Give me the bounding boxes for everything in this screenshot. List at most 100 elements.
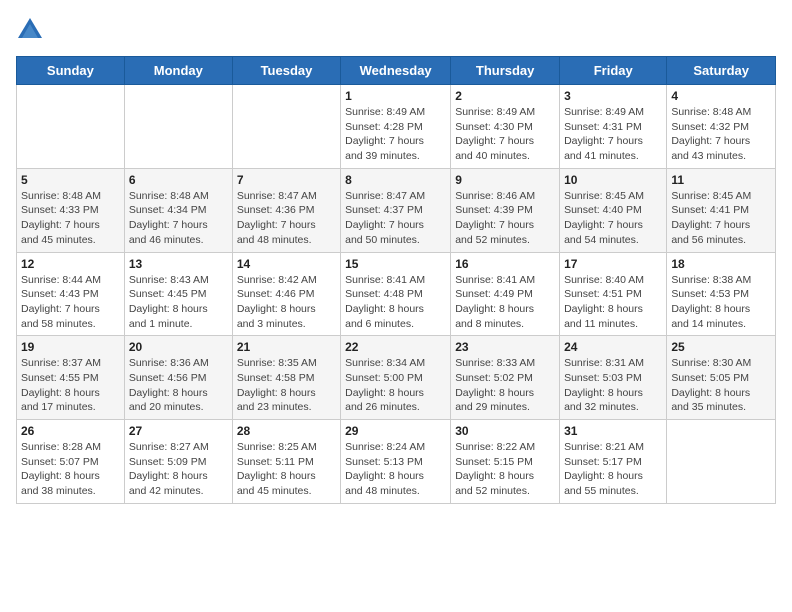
calendar-week-3: 12 Sunrise: 8:44 AM Sunset: 4:43 PM Dayli… xyxy=(17,252,776,336)
weekday-header-sunday: Sunday xyxy=(17,57,125,85)
calendar-cell: 5Sunrise: 8:48 AM Sunset: 4:33 PM Daylig… xyxy=(17,168,125,252)
day-number: 12 xyxy=(21,257,120,271)
calendar-cell: 6Sunrise: 8:48 AM Sunset: 4:34 PM Daylig… xyxy=(124,168,232,252)
day-number: 17 xyxy=(564,257,662,271)
day-number: 13 xyxy=(129,257,228,271)
weekday-header-monday: Monday xyxy=(124,57,232,85)
calendar-week-1: 1 Sunrise: 8:49 AM Sunset: 4:28 PM Daylig… xyxy=(17,85,776,169)
day-number: 29 xyxy=(345,424,446,438)
day-detail: Sunrise: 8:30 AM Sunset: 5:05 PM Dayligh… xyxy=(671,356,771,415)
day-number: 24 xyxy=(564,340,662,354)
calendar-cell: 17 Sunrise: 8:40 AM Sunset: 4:51 PM Dayli… xyxy=(560,252,667,336)
calendar-cell: 14Sunrise: 8:42 AM Sunset: 4:46 PM Dayli… xyxy=(232,252,340,336)
calendar-cell: 2 Sunrise: 8:49 AM Sunset: 4:30 PM Daylig… xyxy=(451,85,560,169)
calendar-cell: 28 Sunrise: 8:25 AM Sunset: 5:11 PM Dayli… xyxy=(232,420,340,504)
calendar-cell: 7Sunrise: 8:47 AM Sunset: 4:36 PM Daylig… xyxy=(232,168,340,252)
day-detail: Sunrise: 8:41 AM Sunset: 4:49 PM Dayligh… xyxy=(455,273,555,332)
day-number: 21 xyxy=(237,340,336,354)
calendar-cell: 31 Sunrise: 8:21 AM Sunset: 5:17 PM Dayli… xyxy=(560,420,667,504)
calendar-week-5: 26 Sunrise: 8:28 AM Sunset: 5:07 PM Dayli… xyxy=(17,420,776,504)
calendar-cell: 23 Sunrise: 8:33 AM Sunset: 5:02 PM Dayli… xyxy=(451,336,560,420)
day-detail: Sunrise: 8:49 AM Sunset: 4:31 PM Dayligh… xyxy=(564,105,662,164)
day-detail: Sunrise: 8:44 AM Sunset: 4:43 PM Dayligh… xyxy=(21,273,120,332)
day-number: 25 xyxy=(671,340,771,354)
day-detail: Sunrise: 8:35 AM Sunset: 4:58 PM Dayligh… xyxy=(237,356,336,415)
day-number: 31 xyxy=(564,424,662,438)
day-number: 2 xyxy=(455,89,555,103)
calendar-cell: 13 Sunrise: 8:43 AM Sunset: 4:45 PM Dayli… xyxy=(124,252,232,336)
day-detail: Sunrise: 8:49 AM Sunset: 4:28 PM Dayligh… xyxy=(345,105,446,164)
day-detail: Sunrise: 8:22 AM Sunset: 5:15 PM Dayligh… xyxy=(455,440,555,499)
day-number: 23 xyxy=(455,340,555,354)
day-detail: Sunrise: 8:38 AM Sunset: 4:53 PM Dayligh… xyxy=(671,273,771,332)
calendar-cell: 24 Sunrise: 8:31 AM Sunset: 5:03 PM Dayli… xyxy=(560,336,667,420)
day-detail: Sunrise: 8:43 AM Sunset: 4:45 PM Dayligh… xyxy=(129,273,228,332)
day-detail: Sunrise: 8:41 AM Sunset: 4:48 PM Dayligh… xyxy=(345,273,446,332)
day-number: 30 xyxy=(455,424,555,438)
weekday-header-tuesday: Tuesday xyxy=(232,57,340,85)
day-number: 10 xyxy=(564,173,662,187)
weekday-row: SundayMondayTuesdayWednesdayThursdayFrid… xyxy=(17,57,776,85)
calendar-cell: 19 Sunrise: 8:37 AM Sunset: 4:55 PM Dayli… xyxy=(17,336,125,420)
calendar-cell: 18 Sunrise: 8:38 AM Sunset: 4:53 PM Dayli… xyxy=(667,252,776,336)
day-detail: Sunrise: 8:28 AM Sunset: 5:07 PM Dayligh… xyxy=(21,440,120,499)
calendar-cell: 12 Sunrise: 8:44 AM Sunset: 4:43 PM Dayli… xyxy=(17,252,125,336)
day-detail: Sunrise: 8:48 AM Sunset: 4:32 PM Dayligh… xyxy=(671,105,771,164)
calendar-cell: 10 Sunrise: 8:45 AM Sunset: 4:40 PM Dayli… xyxy=(560,168,667,252)
calendar-cell: 20 Sunrise: 8:36 AM Sunset: 4:56 PM Dayli… xyxy=(124,336,232,420)
page-header xyxy=(16,16,776,44)
calendar-cell: 11 Sunrise: 8:45 AM Sunset: 4:41 PM Dayli… xyxy=(667,168,776,252)
day-number: 6 xyxy=(129,173,228,187)
day-detail: Sunrise: 8:33 AM Sunset: 5:02 PM Dayligh… xyxy=(455,356,555,415)
calendar-cell: 25 Sunrise: 8:30 AM Sunset: 5:05 PM Dayli… xyxy=(667,336,776,420)
day-detail: Sunrise: 8:27 AM Sunset: 5:09 PM Dayligh… xyxy=(129,440,228,499)
calendar-cell: 15 Sunrise: 8:41 AM Sunset: 4:48 PM Dayli… xyxy=(341,252,451,336)
day-number: 1 xyxy=(345,89,446,103)
weekday-header-thursday: Thursday xyxy=(451,57,560,85)
calendar-cell: 30 Sunrise: 8:22 AM Sunset: 5:15 PM Dayli… xyxy=(451,420,560,504)
calendar-cell xyxy=(667,420,776,504)
day-detail: Sunrise: 8:21 AM Sunset: 5:17 PM Dayligh… xyxy=(564,440,662,499)
calendar-week-2: 5Sunrise: 8:48 AM Sunset: 4:33 PM Daylig… xyxy=(17,168,776,252)
calendar-cell: 22Sunrise: 8:34 AM Sunset: 5:00 PM Dayli… xyxy=(341,336,451,420)
day-number: 8 xyxy=(345,173,446,187)
day-number: 11 xyxy=(671,173,771,187)
calendar-body: 1 Sunrise: 8:49 AM Sunset: 4:28 PM Daylig… xyxy=(17,85,776,504)
day-number: 20 xyxy=(129,340,228,354)
day-number: 26 xyxy=(21,424,120,438)
day-number: 9 xyxy=(455,173,555,187)
day-number: 14 xyxy=(237,257,336,271)
day-detail: Sunrise: 8:25 AM Sunset: 5:11 PM Dayligh… xyxy=(237,440,336,499)
calendar-cell: 21 Sunrise: 8:35 AM Sunset: 4:58 PM Dayli… xyxy=(232,336,340,420)
calendar-week-4: 19 Sunrise: 8:37 AM Sunset: 4:55 PM Dayli… xyxy=(17,336,776,420)
calendar-cell: 26 Sunrise: 8:28 AM Sunset: 5:07 PM Dayli… xyxy=(17,420,125,504)
day-number: 5 xyxy=(21,173,120,187)
day-detail: Sunrise: 8:45 AM Sunset: 4:40 PM Dayligh… xyxy=(564,189,662,248)
day-detail: Sunrise: 8:49 AM Sunset: 4:30 PM Dayligh… xyxy=(455,105,555,164)
day-detail: Sunrise: 8:37 AM Sunset: 4:55 PM Dayligh… xyxy=(21,356,120,415)
day-number: 28 xyxy=(237,424,336,438)
day-detail: Sunrise: 8:45 AM Sunset: 4:41 PM Dayligh… xyxy=(671,189,771,248)
calendar-cell xyxy=(17,85,125,169)
day-number: 19 xyxy=(21,340,120,354)
day-number: 3 xyxy=(564,89,662,103)
weekday-header-friday: Friday xyxy=(560,57,667,85)
day-detail: Sunrise: 8:31 AM Sunset: 5:03 PM Dayligh… xyxy=(564,356,662,415)
day-number: 18 xyxy=(671,257,771,271)
calendar-cell: 4Sunrise: 8:48 AM Sunset: 4:32 PM Daylig… xyxy=(667,85,776,169)
day-number: 15 xyxy=(345,257,446,271)
day-detail: Sunrise: 8:47 AM Sunset: 4:37 PM Dayligh… xyxy=(345,189,446,248)
calendar-cell: 29Sunrise: 8:24 AM Sunset: 5:13 PM Dayli… xyxy=(341,420,451,504)
calendar-cell: 3 Sunrise: 8:49 AM Sunset: 4:31 PM Daylig… xyxy=(560,85,667,169)
day-number: 16 xyxy=(455,257,555,271)
calendar-cell xyxy=(232,85,340,169)
day-detail: Sunrise: 8:40 AM Sunset: 4:51 PM Dayligh… xyxy=(564,273,662,332)
calendar-table: SundayMondayTuesdayWednesdayThursdayFrid… xyxy=(16,56,776,504)
weekday-header-wednesday: Wednesday xyxy=(341,57,451,85)
day-number: 22 xyxy=(345,340,446,354)
logo-icon xyxy=(16,16,44,44)
day-detail: Sunrise: 8:47 AM Sunset: 4:36 PM Dayligh… xyxy=(237,189,336,248)
weekday-header-saturday: Saturday xyxy=(667,57,776,85)
calendar-cell: 9Sunrise: 8:46 AM Sunset: 4:39 PM Daylig… xyxy=(451,168,560,252)
day-detail: Sunrise: 8:36 AM Sunset: 4:56 PM Dayligh… xyxy=(129,356,228,415)
